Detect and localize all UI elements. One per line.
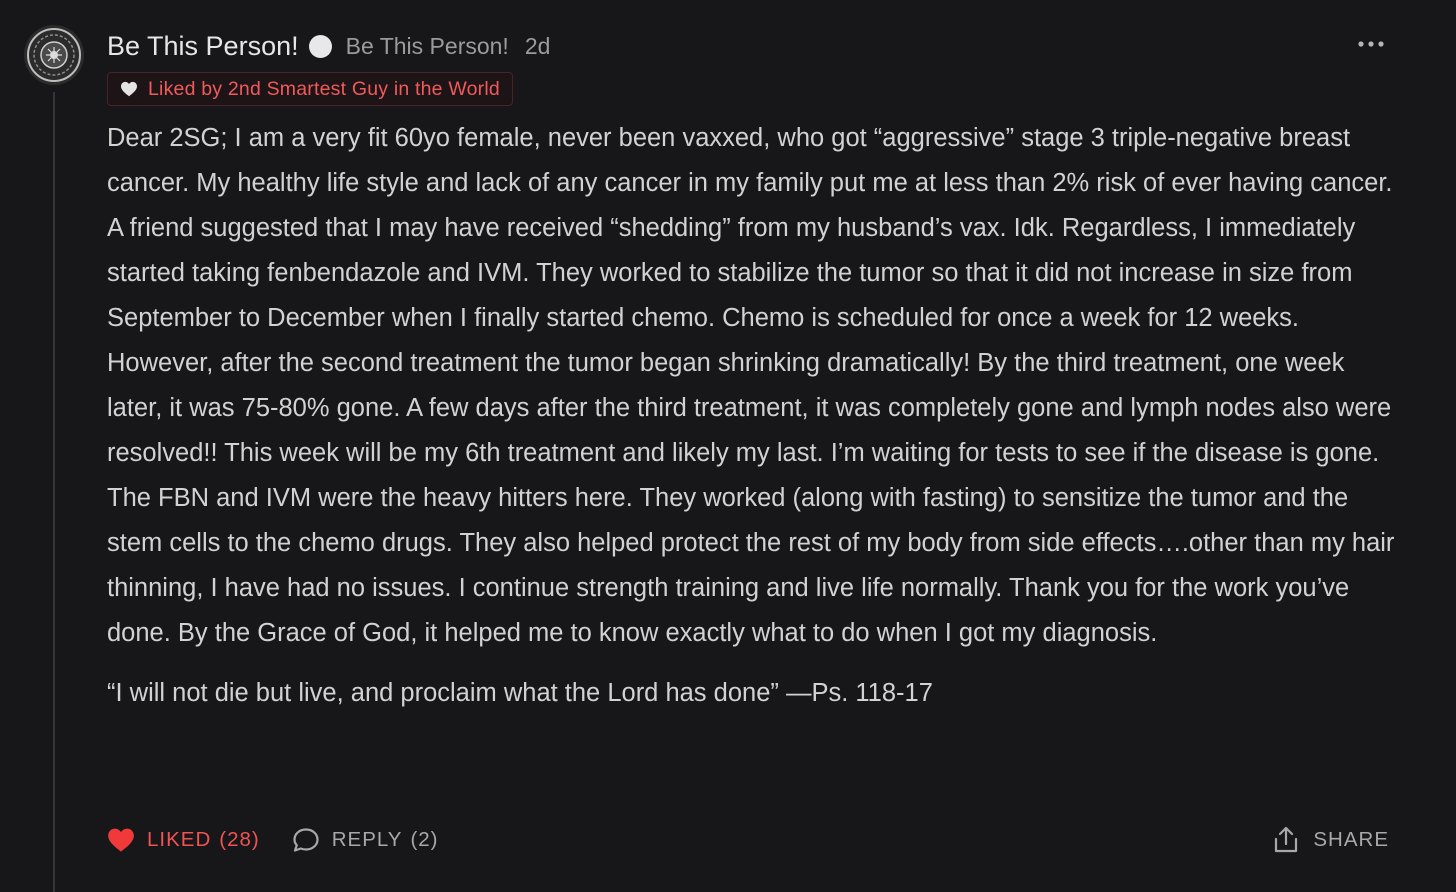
reply-button[interactable]: REPLY (2) <box>292 827 439 853</box>
author-name[interactable]: Be This Person! <box>107 31 299 62</box>
heart-filled-icon <box>108 828 134 852</box>
share-upload-icon <box>1275 826 1298 853</box>
author-handle[interactable]: Be This Person! <box>346 33 509 60</box>
more-options-button[interactable] <box>1352 30 1390 58</box>
avatar-image <box>24 25 84 85</box>
liked-by-badge: Liked by 2nd Smartest Guy in the World <box>107 72 513 106</box>
subscriber-dot-icon <box>308 34 332 58</box>
timestamp[interactable]: 2d <box>525 33 551 60</box>
comment-quote: “I will not die but live, and proclaim w… <box>107 679 933 707</box>
thread-line <box>53 92 55 892</box>
like-count: (28) <box>219 828 260 851</box>
ellipsis-icon <box>1358 41 1384 47</box>
comment-body: Dear 2SG; I am a very fit 60yo female, n… <box>107 116 1397 716</box>
like-label: LIKED <box>147 828 212 851</box>
comment-paragraph: Dear 2SG; I am a very fit 60yo female, n… <box>107 124 1395 647</box>
speech-bubble-icon <box>293 828 319 852</box>
heart-outline-icon <box>121 81 137 97</box>
comment-actions: LIKED (28) REPLY (2) SHARE <box>107 820 1389 860</box>
reply-label: REPLY <box>331 828 403 851</box>
reply-count: (2) <box>410 828 439 851</box>
share-label: SHARE <box>1313 828 1389 851</box>
liked-by-text: Liked by 2nd Smartest Guy in the World <box>148 77 500 100</box>
comment-header: Be This Person! Be This Person! 2d <box>107 26 550 66</box>
like-button[interactable]: LIKED (28) <box>107 827 260 853</box>
avatar[interactable] <box>24 25 84 85</box>
share-button[interactable]: SHARE <box>1273 826 1389 854</box>
